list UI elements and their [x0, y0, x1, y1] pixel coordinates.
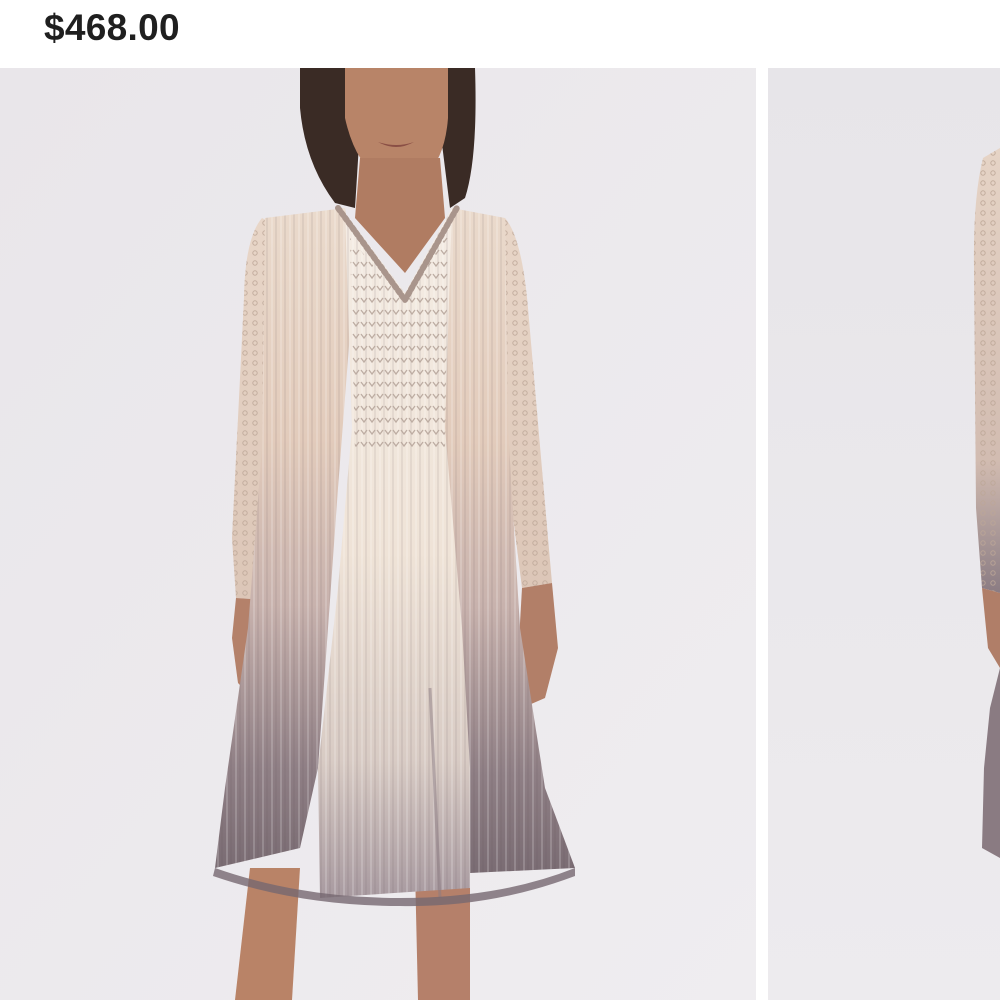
product-image-gallery[interactable] — [0, 68, 1000, 1000]
product-image-side[interactable] — [768, 68, 1000, 1000]
model-dress-illustration-side — [768, 68, 1000, 1000]
product-image-front[interactable] — [0, 68, 756, 1000]
price-header: $468.00 — [0, 0, 1000, 68]
product-page: $468.00 — [0, 0, 1000, 1000]
product-price: $468.00 — [44, 7, 180, 48]
model-dress-illustration — [0, 68, 756, 1000]
